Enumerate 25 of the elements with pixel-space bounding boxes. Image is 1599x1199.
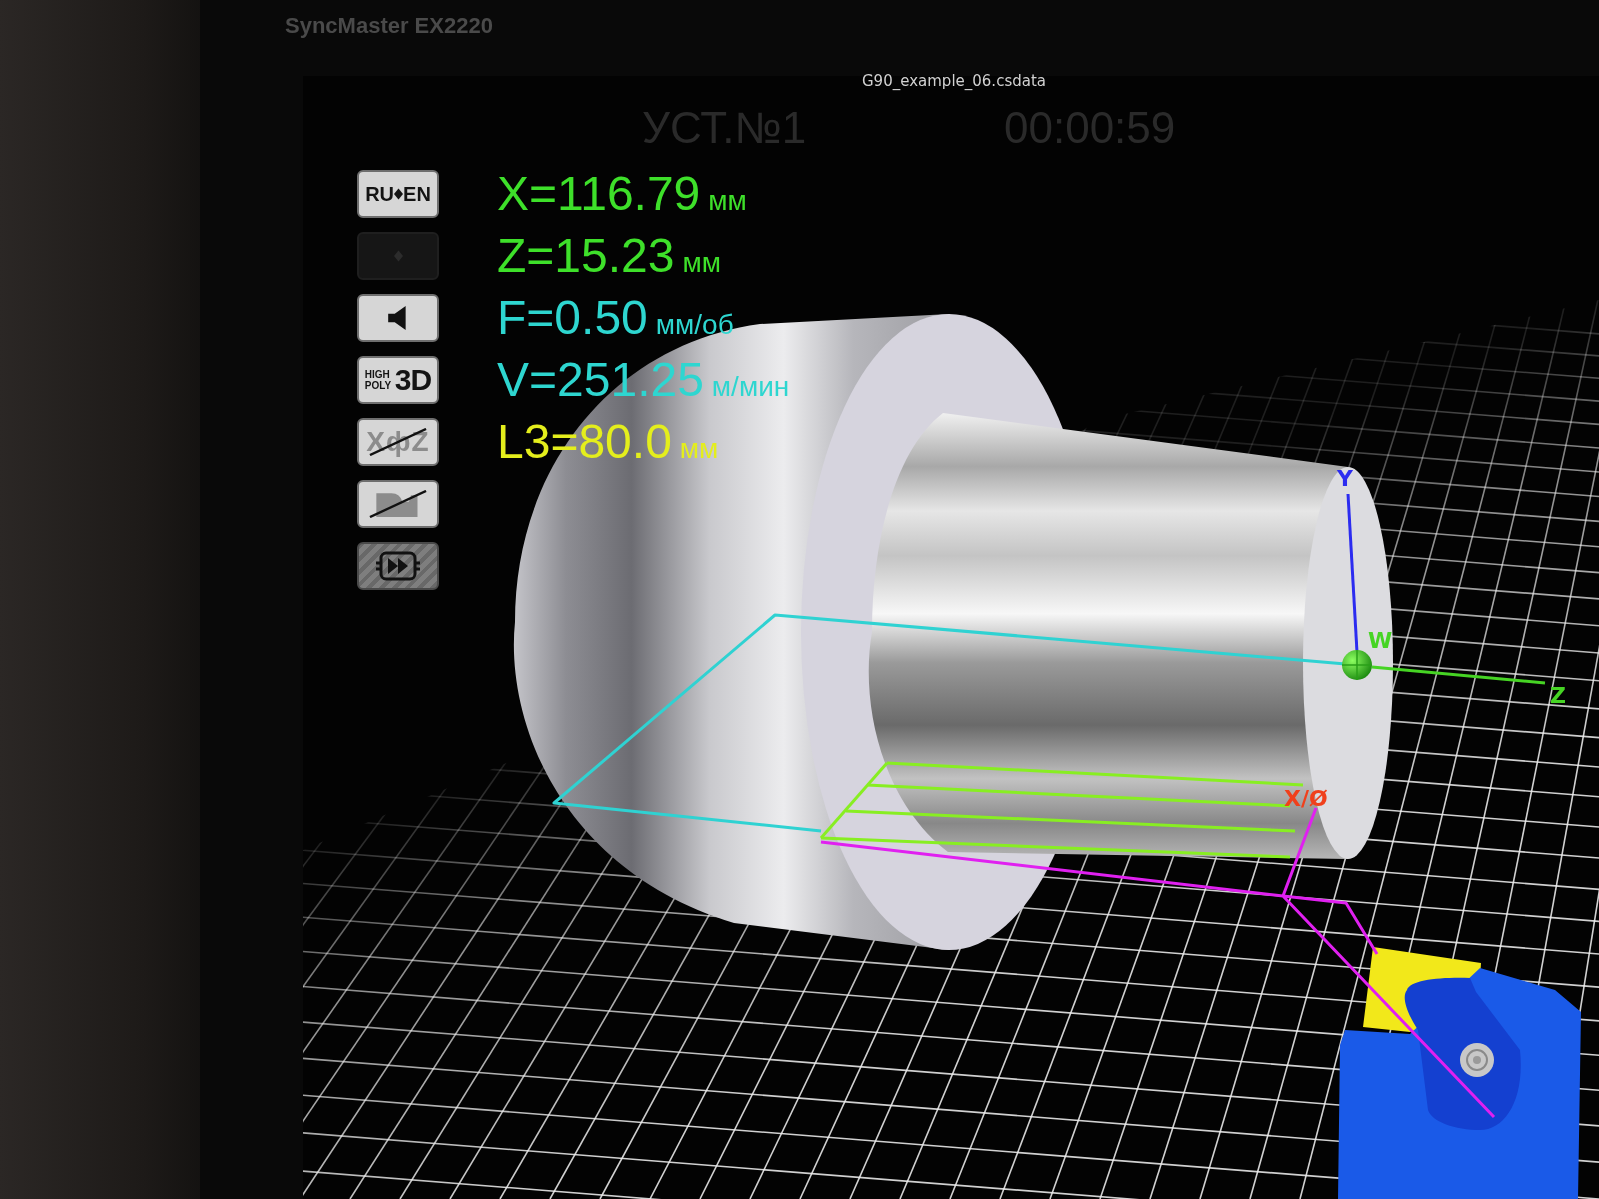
file-name: G90_example_06.csdata [862, 71, 1046, 92]
axis-label: X/Ø [1284, 786, 1328, 811]
axis-label: Y [1337, 466, 1353, 491]
origin-sphere-icon [1341, 649, 1373, 681]
profile-toggle-button[interactable] [357, 480, 439, 528]
screw [1460, 1043, 1494, 1077]
readout-value: Z=15.23 [497, 228, 675, 284]
readout-unit: м/мин [711, 370, 790, 404]
readout-unit: мм [708, 184, 747, 218]
fast-forward-icon [376, 551, 420, 581]
readout-value: F=0.50 [497, 290, 648, 346]
speaker-icon [388, 306, 408, 330]
bezel-label: SyncMaster EX2220 [285, 12, 493, 40]
profile-icon [376, 491, 420, 517]
fast-forward-button[interactable] [357, 542, 439, 590]
readout-value: X=116.79 [497, 166, 701, 222]
swap-button[interactable]: RU EN [357, 170, 439, 218]
strike-line [369, 490, 427, 518]
axis-label: Z [1550, 683, 1566, 708]
readout-unit: мм [679, 432, 719, 466]
sound-button[interactable] [357, 294, 439, 342]
diamond-icon [394, 188, 404, 200]
readout-unit: мм [682, 246, 721, 280]
axis-label: W [1368, 628, 1393, 653]
readout-unit: мм/об [655, 308, 734, 342]
